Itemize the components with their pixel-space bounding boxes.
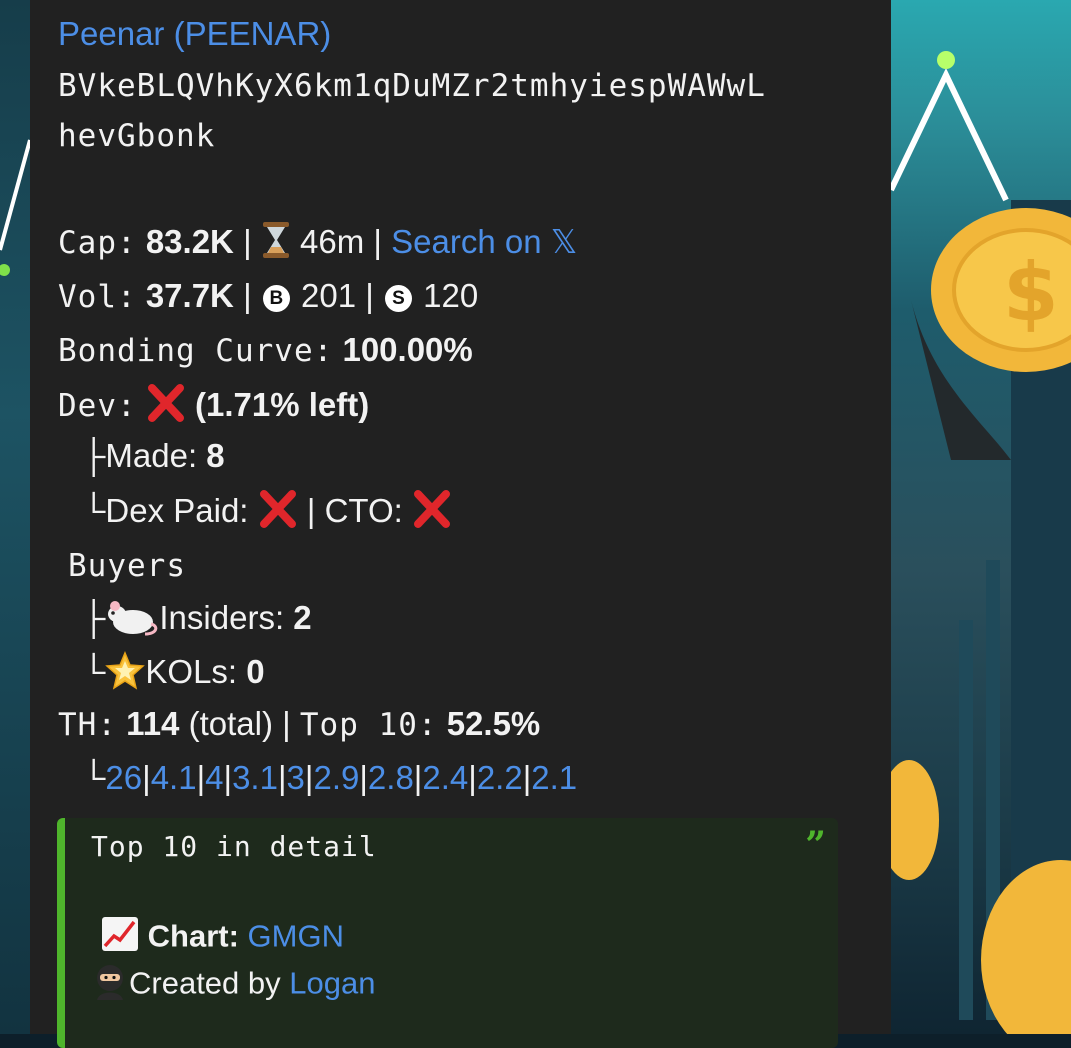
chart-label: Chart: xyxy=(147,918,239,954)
background-left-strip xyxy=(0,0,30,1034)
cap-value: 83.2K xyxy=(145,223,234,261)
separator: | xyxy=(243,277,252,314)
message-bubble: Peenar (PEENAR) BVkeBLQVhKyX6km1qDuMZr2t… xyxy=(30,0,891,1048)
tree-branch: ├ xyxy=(82,437,106,474)
cto-label: CTO: xyxy=(324,492,403,530)
separator: | xyxy=(359,759,368,796)
holder-link[interactable]: 4 xyxy=(205,759,223,796)
quote-block[interactable]: ” Top 10 in detail Chart: GMGN Created b… xyxy=(57,818,838,1048)
chart-row: Chart: GMGN xyxy=(101,916,344,961)
vol-value: 37.7K xyxy=(145,277,234,314)
bonding-label: Bonding Curve: xyxy=(58,333,334,369)
tree-branch-end: └ xyxy=(82,492,106,530)
made-label: Made: xyxy=(105,437,198,474)
holder-link[interactable]: 4.1 xyxy=(151,759,197,796)
separator: | xyxy=(468,759,477,796)
glowing-star-icon xyxy=(105,650,146,699)
separator: | xyxy=(142,759,151,796)
holder-link[interactable]: 2.4 xyxy=(422,759,468,796)
ninja-icon xyxy=(91,962,129,1009)
token-name-link[interactable]: Peenar (PEENAR) xyxy=(58,14,331,54)
chart-gmgn-link[interactable]: GMGN xyxy=(248,919,344,954)
separator: | xyxy=(223,759,233,796)
made-value: 8 xyxy=(206,437,225,474)
quote-icon: ” xyxy=(805,824,826,866)
sells-count: 120 xyxy=(423,277,479,314)
tree-branch-end: └ xyxy=(82,653,106,691)
created-by-label: Created by xyxy=(129,965,281,1001)
separator: | xyxy=(282,705,291,742)
kols-label: KOLs: xyxy=(145,653,238,691)
search-on-x-link[interactable]: Search on 𝕏 xyxy=(391,223,577,260)
dev-row: Dev: (1.71% left) xyxy=(58,384,369,431)
top10-value: 52.5% xyxy=(446,705,541,742)
bonding-curve-row: Bonding Curve: 100.00% xyxy=(58,330,473,371)
kols-value: 0 xyxy=(246,653,265,691)
holder-link[interactable]: 3 xyxy=(287,759,305,796)
separator: | xyxy=(306,492,316,530)
tree-branch-end: └ xyxy=(82,759,106,796)
insiders-row: ├ Insiders: 2 xyxy=(82,596,312,645)
created-by-row: Created by Logan xyxy=(91,962,375,1009)
dex-paid-label: Dex Paid: xyxy=(105,492,249,530)
buys-count: 201 xyxy=(300,277,357,314)
top10-label: Top 10: xyxy=(299,707,438,743)
holder-link[interactable]: 3.1 xyxy=(232,759,278,796)
separator: | xyxy=(373,223,382,261)
holders-row: TH: 114 (total) | Top 10: 52.5% xyxy=(58,704,540,745)
separator: | xyxy=(522,759,532,796)
svg-text:$: $ xyxy=(1003,246,1059,339)
background-right-art: $ xyxy=(891,0,1071,1034)
cross-mark-icon xyxy=(258,490,298,537)
cross-mark-icon xyxy=(412,490,452,537)
cap-row: Cap: 83.2K | 46m | Search on 𝕏 xyxy=(58,222,577,267)
hourglass-icon xyxy=(261,222,291,267)
top-holders-list: └26|4.1|4|3.1|3|2.9|2.8|2.4|2.2|2.1 xyxy=(82,758,577,798)
holder-link[interactable]: 2.2 xyxy=(477,759,523,796)
dev-left-value: (1.71% left) xyxy=(195,386,370,424)
tree-branch: ├ xyxy=(82,599,106,637)
kols-row: └ KOLs: 0 xyxy=(82,650,265,699)
separator: | xyxy=(365,277,374,314)
insiders-value: 2 xyxy=(293,599,312,637)
creator-link[interactable]: Logan xyxy=(289,966,375,1001)
separator: | xyxy=(196,759,206,796)
holder-link[interactable]: 2.8 xyxy=(368,759,414,796)
buyers-title: Buyers xyxy=(68,548,186,584)
sells-badge-icon: S xyxy=(384,284,412,312)
dev-label: Dev: xyxy=(58,388,137,425)
dev-made-row: ├Made: 8 xyxy=(82,436,225,476)
separator: | xyxy=(277,759,287,796)
background-chart-line xyxy=(0,139,30,276)
background-coins-illustration: $ xyxy=(891,51,1071,1034)
cap-label: Cap: xyxy=(58,225,137,262)
token-address-line2: hevGbonk xyxy=(58,118,216,154)
token-address-line1: BVkeBLQVhKyX6km1qDuMZr2tmhyiespWAWwL xyxy=(58,68,766,104)
volume-row: Vol: 37.7K | B 201 | S 120 xyxy=(58,276,478,317)
separator: | xyxy=(243,223,252,261)
rat-icon xyxy=(105,596,159,645)
buys-badge-icon: B xyxy=(262,284,290,312)
quote-title: Top 10 in detail xyxy=(91,830,377,863)
cross-mark-icon xyxy=(146,384,186,431)
holder-link[interactable]: 2.1 xyxy=(531,759,577,796)
th-value: 114 xyxy=(126,705,180,742)
dev-dex-row: └Dex Paid: | CTO: xyxy=(82,490,452,537)
insiders-label: Insiders: xyxy=(159,599,285,637)
chart-increasing-icon xyxy=(101,916,139,961)
bonding-value: 100.00% xyxy=(342,331,473,368)
th-suffix: (total) xyxy=(188,705,273,742)
vol-label: Vol: xyxy=(58,279,137,315)
holder-link[interactable]: 26 xyxy=(105,759,142,796)
th-label: TH: xyxy=(58,707,117,743)
token-age: 46m xyxy=(299,223,365,261)
holder-link[interactable]: 2.9 xyxy=(313,759,359,796)
